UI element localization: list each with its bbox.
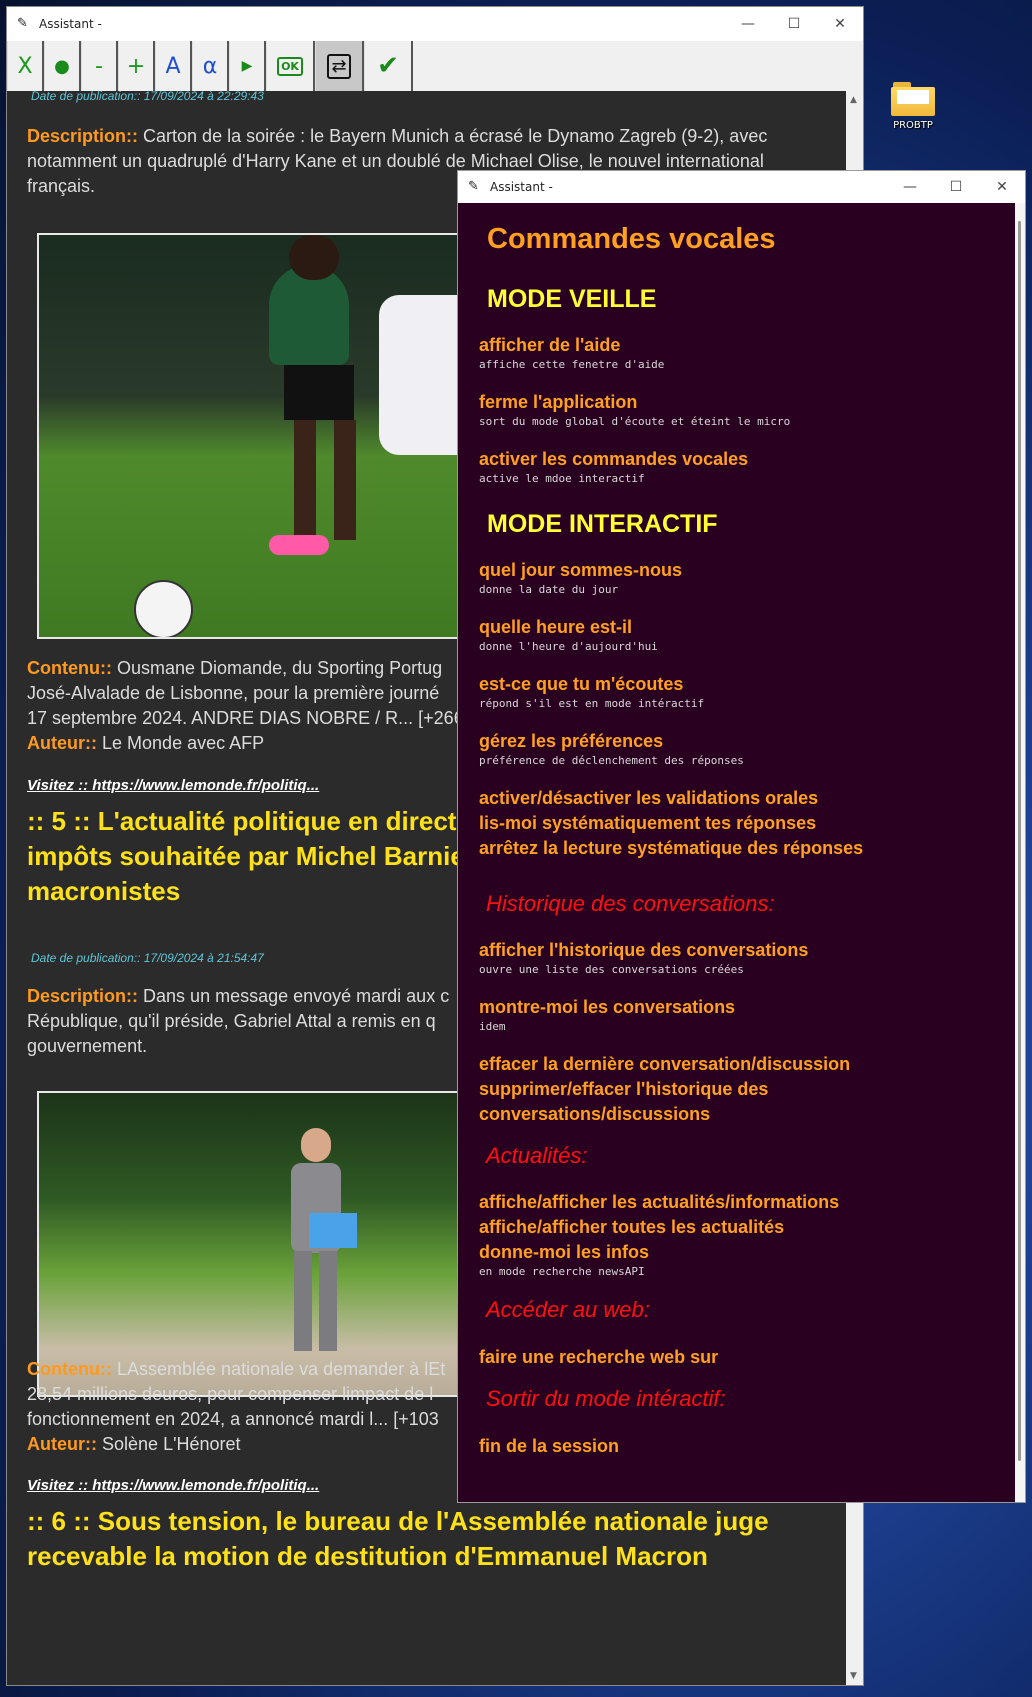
cmd-web-search: faire une recherche web sur	[479, 1347, 719, 1367]
help-heading: Commandes vocales	[487, 223, 776, 255]
cmd-show-history: afficher l'historique des conversations	[479, 940, 809, 960]
help-window: ✎ Assistant - — ☐ ✕ Commandes vocales MO…	[457, 170, 1026, 1503]
cmd-day-desc: donne la date du jour	[479, 583, 619, 596]
cmd-close-app-desc: sort du mode global d'écoute et éteint l…	[479, 415, 791, 428]
help-scrollbar[interactable]	[1015, 203, 1025, 1502]
headline-6[interactable]: :: 6 :: Sous tension, le bureau de l'Ass…	[27, 1504, 847, 1574]
cmd-end-session: fin de la session	[479, 1436, 620, 1456]
font-button[interactable]: A	[155, 41, 192, 91]
minimize-button[interactable]: —	[725, 7, 771, 41]
close-x-button[interactable]: X	[7, 41, 44, 91]
section-actualites: Actualités:	[486, 1143, 588, 1168]
cmd-help-desc: affiche cette fenetre d'aide	[479, 358, 665, 371]
help-close-button[interactable]: ✕	[979, 171, 1025, 203]
zoom-in-button[interactable]: +	[118, 41, 155, 91]
article-image-politician	[37, 1091, 481, 1397]
cmd-close-app: ferme l'application	[479, 392, 638, 412]
cmd-delete-history-2: conversations/discussions	[479, 1104, 711, 1124]
cmd-show-conversations: montre-moi les conversations	[479, 997, 736, 1017]
cmd-validations: activer/désactiver les validations orale…	[479, 788, 819, 808]
scroll-up-icon[interactable]: ▲	[850, 95, 857, 105]
cmd-all-news: affiche/afficher toutes les actualités	[479, 1217, 785, 1237]
play-icon: ▶	[241, 58, 253, 74]
main-titlebar[interactable]: ✎ Assistant - — ☐ ✕	[7, 7, 863, 41]
shuffle-icon: ⇄	[327, 53, 351, 79]
cmd-delete-history: supprimer/effacer l'historique des	[479, 1079, 769, 1099]
cmd-infos: donne-moi les infos	[479, 1242, 650, 1262]
cmd-time: quelle heure est-il	[479, 617, 633, 637]
help-content: Commandes vocales MODE VEILLE afficher d…	[458, 203, 1015, 1502]
validate-button[interactable]: ✔	[364, 41, 413, 91]
folder-icon	[891, 82, 935, 116]
cmd-activate-voice: activer les commandes vocales	[479, 449, 749, 469]
feather-icon: ✎	[17, 16, 28, 31]
close-button[interactable]: ✕	[817, 7, 863, 41]
zoom-out-button[interactable]: -	[81, 41, 118, 91]
pubdate-1: Date de publication:: 17/09/2024 à 22:29…	[31, 91, 264, 103]
section-web: Accéder au web:	[486, 1297, 650, 1322]
cmd-read-answers: lis-moi systématiquement tes réponses	[479, 813, 817, 833]
cmd-delete-last: effacer la dernière conversation/discuss…	[479, 1054, 851, 1074]
ok-button[interactable]: OK	[266, 41, 315, 91]
help-titlebar[interactable]: ✎ Assistant - — ☐ ✕	[458, 171, 1025, 203]
article-image-football	[37, 233, 481, 639]
section-sortir: Sortir du mode intéractif:	[486, 1386, 726, 1411]
visit-link-2[interactable]: Visitez :: https://www.lemonde.fr/politi…	[27, 1477, 319, 1494]
help-scroll-thumb[interactable]	[1018, 221, 1021, 1461]
cmd-activate-voice-desc: active le mdoe interactif	[479, 472, 645, 485]
play-button[interactable]: ▶	[229, 41, 266, 91]
search-icon: ●	[54, 55, 70, 77]
mode-interactif-heading: MODE INTERACTIF	[487, 510, 718, 538]
cmd-time-desc: donne l'heure d'aujourd'hui	[479, 640, 658, 653]
maximize-button[interactable]: ☐	[771, 7, 817, 41]
cmd-preferences-desc: préférence de déclenchement des réponses	[479, 754, 744, 767]
pubdate-2: Date de publication:: 17/09/2024 à 21:54…	[31, 951, 264, 965]
help-window-title: Assistant -	[490, 180, 553, 194]
cmd-stop-reading: arrêtez la lecture systématique des répo…	[479, 838, 864, 858]
visit-link-1[interactable]: Visitez :: https://www.lemonde.fr/politi…	[27, 777, 319, 794]
help-maximize-button[interactable]: ☐	[933, 171, 979, 203]
cmd-show-conversations-desc: idem	[479, 1020, 506, 1033]
desktop-folder-label: PROBTP	[893, 120, 933, 131]
cmd-preferences: gérez les préférences	[479, 731, 664, 751]
desktop-folder-icon[interactable]: PROBTP	[880, 82, 946, 131]
section-historique: Historique des conversations:	[486, 891, 775, 916]
mode-veille-heading: MODE VEILLE	[487, 285, 657, 313]
cmd-show-history-desc: ouvre une liste des conversations créées	[479, 963, 744, 976]
search-button[interactable]: ●	[44, 41, 81, 91]
help-minimize-button[interactable]: —	[887, 171, 933, 203]
cmd-help: afficher de l'aide	[479, 335, 621, 355]
cmd-listening: est-ce que tu m'écoutes	[479, 674, 684, 694]
cmd-infos-desc: en mode recherche newsAPI	[479, 1265, 645, 1278]
cmd-news: affiche/afficher les actualités/informat…	[479, 1192, 840, 1212]
alpha-button[interactable]: α	[192, 41, 229, 91]
feather-icon: ✎	[468, 179, 479, 194]
cmd-day: quel jour sommes-nous	[479, 560, 683, 580]
shuffle-button[interactable]: ⇄	[315, 41, 364, 91]
toolbar: X ● - + A α ▶ OK ⇄ ✔	[7, 41, 863, 92]
main-window-title: Assistant -	[39, 17, 102, 31]
cmd-listening-desc: répond s'il est en mode intéractif	[479, 697, 705, 710]
scroll-down-icon[interactable]: ▼	[850, 1671, 857, 1681]
